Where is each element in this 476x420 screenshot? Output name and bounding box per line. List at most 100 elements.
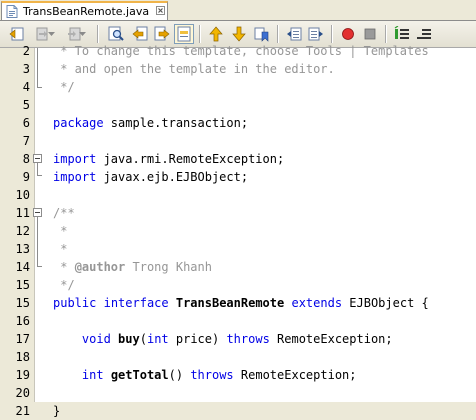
shift-left-button[interactable]: [284, 24, 304, 44]
code-text[interactable]: * and open the template in the editor.: [53, 60, 335, 78]
stop-macro-icon: [364, 28, 376, 40]
code-line[interactable]: 21}: [0, 402, 476, 420]
code-token: throws: [190, 368, 234, 382]
toggle-bookmark-button[interactable]: [252, 24, 272, 44]
nav-back-dropdown[interactable]: [46, 24, 56, 44]
shift-right-button[interactable]: [306, 24, 326, 44]
line-number: 15: [15, 296, 30, 310]
toolbar-separator: [97, 25, 98, 43]
find-button[interactable]: [106, 24, 126, 44]
code-line[interactable]: 13 *: [0, 240, 476, 258]
code-line[interactable]: 5: [0, 96, 476, 114]
fold-end-marker: [37, 87, 42, 88]
code-text[interactable]: int getTotal() throws RemoteException;: [53, 366, 357, 384]
code-line[interactable]: 15 public interface TransBeanRemote exten…: [0, 294, 476, 312]
code-line[interactable]: 14 * @author Trong Khanh: [0, 258, 476, 276]
line-number: 8: [22, 152, 30, 166]
code-text[interactable]: import java.rmi.RemoteException;: [53, 150, 284, 168]
code-token: import: [53, 152, 97, 166]
code-line[interactable]: 17 void buy(int price) throws RemoteExce…: [0, 330, 476, 348]
code-line[interactable]: 8 import java.rmi.RemoteException;: [0, 150, 476, 168]
toolbar-separator: [385, 25, 386, 43]
code-token: *: [53, 224, 68, 238]
line-number: 15: [15, 278, 30, 292]
uncomment-button[interactable]: [414, 24, 434, 44]
back-button[interactable]: [7, 24, 27, 44]
code-token: int: [146, 332, 169, 346]
line-number: 16: [15, 314, 30, 328]
code-line[interactable]: 12 *: [0, 222, 476, 240]
find-previous-button[interactable]: [130, 24, 150, 44]
code-line[interactable]: 3 * and open the template in the editor.: [0, 60, 476, 78]
code-text[interactable]: */: [53, 276, 75, 294]
code-line[interactable]: 11 /**: [0, 204, 476, 222]
find-icon: [108, 26, 124, 41]
code-line[interactable]: 15 */: [0, 276, 476, 294]
close-icon[interactable]: [156, 6, 165, 15]
line-number: 7: [22, 134, 30, 148]
code-line[interactable]: 2 * To change this template, choose Tool…: [0, 42, 476, 60]
code-token: int: [81, 368, 104, 382]
code-line[interactable]: 19 int getTotal() throws RemoteException…: [0, 366, 476, 384]
code-text[interactable]: package sample.transaction;: [53, 114, 248, 132]
next-bookmark-button[interactable]: [229, 24, 249, 44]
code-text[interactable]: /**: [53, 204, 75, 222]
code-line[interactable]: 18: [0, 348, 476, 366]
code-token: @author: [74, 260, 126, 274]
start-macro-recording-button[interactable]: [338, 24, 358, 44]
code-token: package: [53, 116, 104, 130]
code-token: *: [53, 260, 75, 274]
code-line[interactable]: 7: [0, 132, 476, 150]
code-text[interactable]: }: [53, 402, 60, 420]
code-text[interactable]: void buy(int price) throws RemoteExcepti…: [53, 330, 393, 348]
code-line[interactable]: 4 */: [0, 78, 476, 96]
code-token: * and open the template in the editor.: [53, 62, 335, 76]
line-number: 9: [22, 170, 30, 184]
toolbar-separator: [199, 25, 200, 43]
code-line[interactable]: 10: [0, 186, 476, 204]
code-token: import: [53, 170, 97, 184]
code-text[interactable]: * To change this template, choose Tools …: [53, 42, 428, 60]
line-number: 3: [22, 62, 30, 76]
fold-end-marker: [37, 266, 42, 267]
code-editor[interactable]: 2 * To change this template, choose Tool…: [0, 44, 476, 418]
stop-macro-recording-button[interactable]: [360, 24, 380, 44]
fold-line: [37, 48, 38, 87]
line-number: 13: [15, 242, 30, 256]
code-text[interactable]: *: [53, 240, 67, 258]
code-line[interactable]: 20: [0, 384, 476, 402]
code-line[interactable]: 9 import javax.ejb.EJBObject;: [0, 168, 476, 186]
code-token: throws: [226, 332, 270, 346]
comment-button[interactable]: [392, 24, 412, 44]
code-token: extends: [291, 296, 343, 310]
tab-transbeanremote[interactable]: TransBeanRemote.java: [1, 1, 168, 20]
next-bookmark-icon: [232, 26, 246, 42]
code-line[interactable]: 6 package sample.transaction;: [0, 114, 476, 132]
line-number: 12: [15, 224, 30, 238]
code-token: buy: [118, 332, 140, 346]
shift-right-icon: [308, 27, 323, 41]
code-text[interactable]: * @author Trong Khanh: [53, 258, 212, 276]
find-next-button[interactable]: [152, 24, 172, 44]
fold-javadoc-toggle[interactable]: [33, 208, 42, 217]
nav-forward-dropdown[interactable]: [77, 24, 87, 44]
code-token: java.rmi.RemoteException;: [96, 152, 285, 166]
toggle-bookmark-icon: [254, 27, 269, 42]
code-text[interactable]: */: [53, 78, 74, 96]
find-next-icon: [154, 26, 170, 41]
toggle-highlight-button[interactable]: [174, 24, 194, 44]
prev-bookmark-button[interactable]: [206, 24, 226, 44]
code-line[interactable]: 16: [0, 312, 476, 330]
prev-bookmark-icon: [209, 26, 223, 42]
code-token: public: [53, 296, 97, 310]
code-text[interactable]: public interface TransBeanRemote extends…: [53, 294, 429, 312]
code-text[interactable]: import javax.ejb.EJBObject;: [53, 168, 248, 186]
toolbar-separator: [277, 25, 278, 43]
fold-import-toggle[interactable]: [33, 154, 42, 163]
code-token: */: [53, 278, 75, 292]
code-text[interactable]: *: [53, 222, 67, 240]
